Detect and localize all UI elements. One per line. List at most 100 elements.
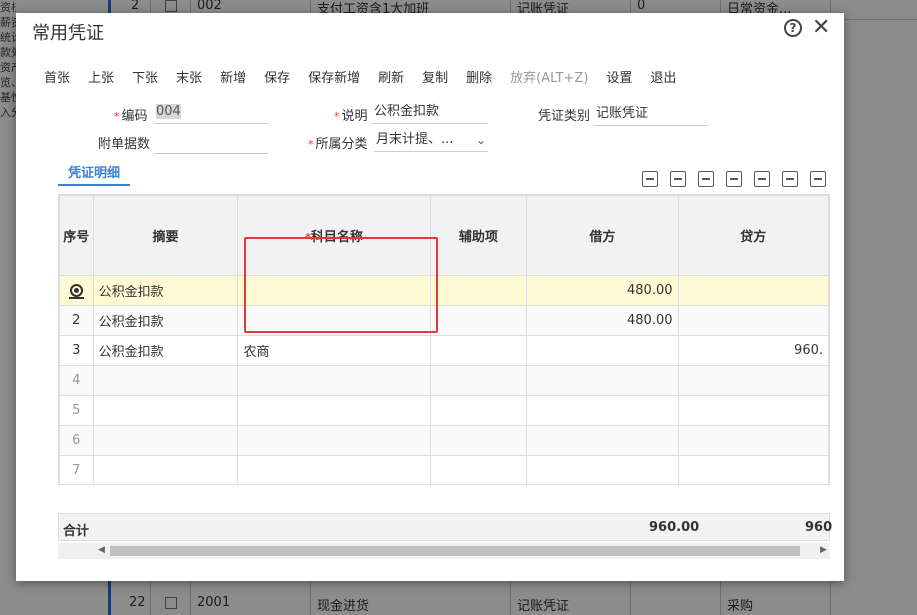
summary-cell[interactable]: 公积金扣款 <box>92 305 239 336</box>
scroll-right-icon[interactable]: ▶ <box>820 545 827 555</box>
gear-icon[interactable] <box>68 284 84 299</box>
next-button[interactable]: 下张 <box>132 67 158 87</box>
attachments-field[interactable] <box>154 132 268 154</box>
split-row-icon[interactable] <box>670 171 686 187</box>
debit-cell[interactable] <box>526 425 679 456</box>
credit-cell[interactable] <box>677 455 829 484</box>
account-cell[interactable] <box>237 455 431 484</box>
aux-cell[interactable] <box>429 455 528 484</box>
copy-button[interactable]: 复制 <box>422 67 448 87</box>
summary-cell[interactable] <box>92 365 239 396</box>
table-row[interactable]: 6 <box>59 425 829 456</box>
header-seq: 序号 <box>59 195 94 276</box>
add-button[interactable]: 新增 <box>220 67 246 87</box>
credit-cell[interactable] <box>677 305 829 336</box>
chevron-down-icon[interactable]: ⌄ <box>476 130 486 150</box>
seq-cell: 2 <box>59 305 94 336</box>
save-and-new-button[interactable]: 保存新增 <box>308 67 360 87</box>
debit-cell[interactable] <box>526 395 679 426</box>
aux-cell[interactable] <box>429 275 528 306</box>
insert-row-icon[interactable] <box>642 171 658 187</box>
voucher-type-field[interactable]: 记账凭证 <box>594 104 708 126</box>
account-cell[interactable] <box>237 305 431 336</box>
code-field[interactable]: 004 <box>154 102 268 124</box>
table-header-row: 序号 摘要 *科目名称 辅助项 借方 贷方 <box>59 195 829 276</box>
debit-cell[interactable] <box>526 455 679 484</box>
account-cell[interactable] <box>237 395 431 426</box>
aux-cell[interactable] <box>429 395 528 426</box>
desc-value: 公积金扣款 <box>374 104 440 119</box>
total-debit: 960.00 <box>649 520 700 535</box>
code-value: 004 <box>156 104 181 119</box>
category-label: * 所属分类 <box>308 137 368 152</box>
credit-cell[interactable] <box>677 275 829 306</box>
code-label: * 编码 <box>114 109 148 124</box>
account-cell[interactable]: 农商 <box>237 335 431 366</box>
account-cell[interactable] <box>237 275 431 306</box>
tab-voucher-details[interactable]: 凭证明细 <box>58 160 130 186</box>
toolbar: 首张 上张 下张 末张 新增 保存 保存新增 刷新 复制 删除 放弃(ALT+Z… <box>44 67 694 87</box>
debit-cell[interactable] <box>526 365 679 396</box>
table-row[interactable]: 5 <box>59 395 829 426</box>
table-row[interactable]: 3 公积金扣款 农商 960. <box>59 335 829 366</box>
total-credit: 960 <box>805 520 833 535</box>
credit-cell[interactable] <box>677 365 829 396</box>
aux-cell[interactable] <box>429 365 528 396</box>
aux-cell[interactable] <box>429 305 528 336</box>
sort-icon[interactable] <box>726 171 742 187</box>
desc-label: * 说明 <box>334 109 368 124</box>
voucher-type-value: 记账凭证 <box>596 106 649 121</box>
summary-cell[interactable] <box>92 425 239 456</box>
close-icon[interactable]: ✕ <box>812 15 830 41</box>
aux-cell[interactable] <box>429 425 528 456</box>
summary-cell[interactable] <box>92 455 239 484</box>
debit-cell[interactable]: 480.00 <box>526 275 679 306</box>
header-credit: 贷方 <box>677 195 829 276</box>
account-cell[interactable] <box>237 365 431 396</box>
seq-cell: 7 <box>59 455 94 484</box>
table-row[interactable]: 4 <box>59 365 829 396</box>
category-select[interactable]: 月末计提、... ⌄ <box>374 130 488 152</box>
delete-button[interactable]: 删除 <box>466 67 492 87</box>
last-button[interactable]: 末张 <box>176 67 202 87</box>
header-account: *科目名称 <box>237 195 431 276</box>
row-settings-cell[interactable] <box>59 275 94 306</box>
credit-cell[interactable] <box>677 395 829 426</box>
table-row[interactable]: 7 <box>59 455 829 484</box>
discard-button[interactable]: 放弃(ALT+Z) <box>510 67 588 87</box>
save-button[interactable]: 保存 <box>264 67 290 87</box>
first-button[interactable]: 首张 <box>44 67 70 87</box>
voucher-type-label: 凭证类别 <box>538 109 591 124</box>
scroll-thumb[interactable] <box>110 546 800 556</box>
desc-field[interactable]: 公积金扣款 <box>372 102 488 124</box>
summary-cell[interactable]: 公积金扣款 <box>92 335 239 366</box>
refresh-button[interactable]: 刷新 <box>378 67 404 87</box>
exit-button[interactable]: 退出 <box>650 67 676 87</box>
swap-icon[interactable] <box>698 171 714 187</box>
summary-cell[interactable]: 公积金扣款 <box>92 275 239 306</box>
total-row: 合计 960.00 960 <box>58 513 833 541</box>
paste-icon[interactable] <box>782 171 798 187</box>
help-icon[interactable]: ? <box>784 19 802 37</box>
dialog-title: 常用凭证 <box>32 23 104 44</box>
account-cell[interactable] <box>237 425 431 456</box>
credit-cell[interactable]: 960. <box>677 335 829 366</box>
copy-row-icon[interactable] <box>810 171 826 187</box>
header-aux: 辅助项 <box>429 195 528 276</box>
table-row[interactable]: 公积金扣款 480.00 <box>59 275 829 306</box>
add-row-icon[interactable] <box>754 171 770 187</box>
header-account-text: 科目名称 <box>310 230 363 245</box>
debit-cell[interactable]: 480.00 <box>526 305 679 336</box>
horizontal-scrollbar[interactable]: ◀ ▶ <box>58 543 830 559</box>
debit-cell[interactable] <box>526 335 679 366</box>
credit-cell[interactable] <box>677 425 829 456</box>
settings-button[interactable]: 设置 <box>606 67 632 87</box>
attachments-label: 附单据数 <box>98 137 151 152</box>
scroll-left-icon[interactable]: ◀ <box>98 545 105 555</box>
aux-cell[interactable] <box>429 335 528 366</box>
prev-button[interactable]: 上张 <box>88 67 114 87</box>
summary-cell[interactable] <box>92 395 239 426</box>
seq-cell: 5 <box>59 395 94 426</box>
header-summary: 摘要 <box>92 195 239 276</box>
table-row[interactable]: 2 公积金扣款 480.00 <box>59 305 829 336</box>
